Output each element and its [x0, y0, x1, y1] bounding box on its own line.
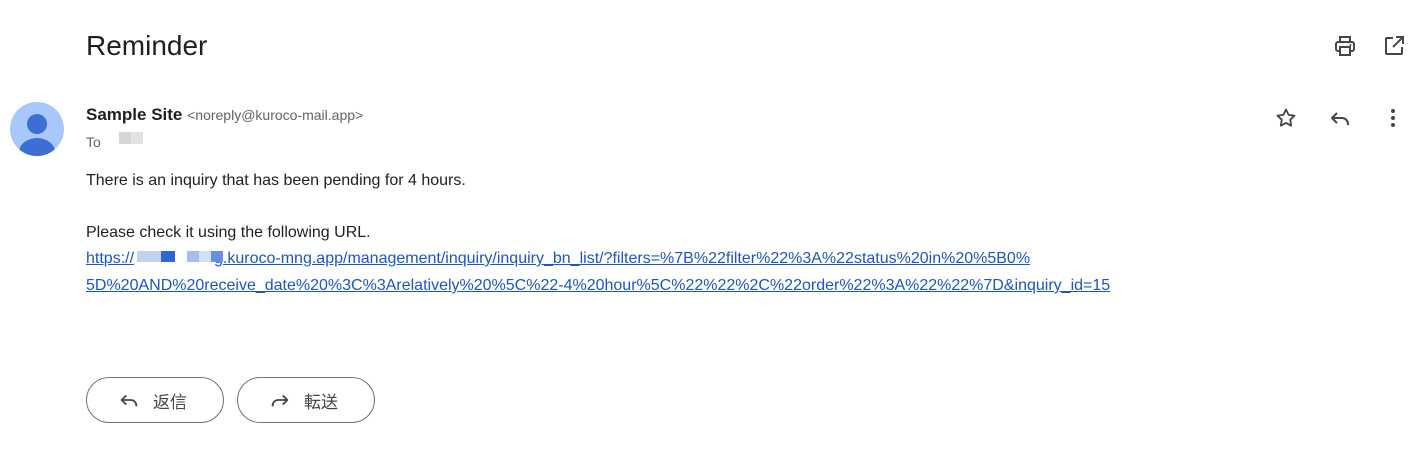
- recipient-label: To: [86, 134, 101, 150]
- reply-icon[interactable]: [1328, 106, 1352, 130]
- inquiry-link-continued[interactable]: 5D%20AND%20receive_date%20%3C%3Arelative…: [86, 276, 1110, 296]
- more-vert-icon[interactable]: [1381, 106, 1405, 130]
- print-icon[interactable]: [1333, 34, 1357, 58]
- avatar: [10, 102, 64, 156]
- star-icon[interactable]: [1274, 106, 1298, 130]
- open-in-new-icon[interactable]: [1382, 34, 1406, 58]
- sender-email: <noreply@kuroco-mail.app>: [187, 107, 364, 123]
- redacted-recipient: [119, 132, 143, 144]
- body-text-line: There is an inquiry that has been pendin…: [86, 172, 466, 189]
- forward-icon: [268, 388, 292, 412]
- body-text-line: Please check it using the following URL.: [86, 224, 371, 241]
- forward-button[interactable]: 転送: [237, 377, 375, 423]
- sender-line: Sample Site <noreply@kuroco-mail.app>: [86, 104, 363, 126]
- reply-button-label: 返信: [153, 392, 187, 413]
- reply-button[interactable]: 返信: [86, 377, 224, 423]
- inquiry-link-prefix[interactable]: https://: [86, 250, 134, 267]
- forward-button-label: 転送: [304, 392, 338, 413]
- reply-icon: [117, 388, 141, 412]
- email-subject: Reminder: [86, 30, 208, 61]
- email-view: Reminder Sample Site <noreply@kuroco-mai…: [0, 0, 1424, 468]
- sender-name[interactable]: Sample Site: [86, 105, 182, 124]
- redacted-domain: [137, 251, 223, 262]
- inquiry-link-part1[interactable]: g.kuroco-mng.app/management/inquiry/inqu…: [214, 250, 1030, 267]
- inquiry-link[interactable]: https:// g.kuroco-mng.app/management/inqu…: [86, 249, 1030, 269]
